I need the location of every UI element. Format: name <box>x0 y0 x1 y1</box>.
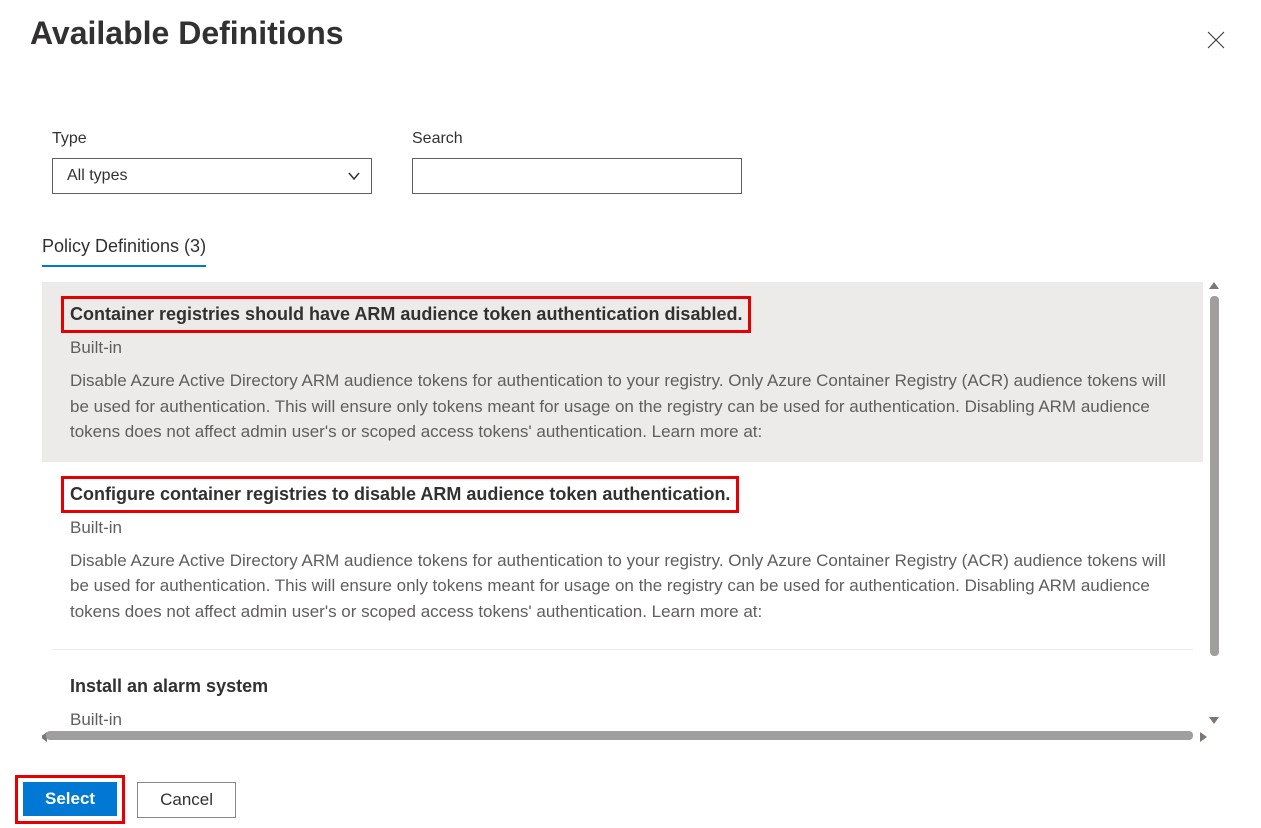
policy-description: Disable Azure Active Directory ARM audie… <box>70 368 1175 445</box>
search-label: Search <box>412 130 742 148</box>
policy-title: Container registries should have ARM aud… <box>61 296 751 333</box>
policy-type: Built-in <box>70 518 1175 538</box>
scroll-up-icon[interactable] <box>1209 282 1219 289</box>
select-highlight: Select <box>15 775 125 824</box>
divider <box>52 649 1193 650</box>
type-label: Type <box>52 130 372 148</box>
policy-list: Container registries should have ARM aud… <box>42 282 1219 742</box>
policy-title: Configure container registries to disabl… <box>61 476 739 513</box>
policy-item[interactable]: Container registries should have ARM aud… <box>42 282 1203 462</box>
cancel-button[interactable]: Cancel <box>137 782 236 818</box>
policy-item[interactable]: Configure container registries to disabl… <box>42 462 1203 642</box>
policy-item[interactable]: Install an alarm system Built-in <box>42 654 1203 735</box>
vertical-scrollbar[interactable] <box>1210 296 1219 656</box>
horizontal-scrollbar[interactable] <box>46 731 1193 740</box>
search-input[interactable] <box>412 158 742 194</box>
type-filter-group: Type All types <box>52 130 372 194</box>
scroll-right-icon[interactable] <box>1200 732 1207 742</box>
policy-description: Disable Azure Active Directory ARM audie… <box>70 548 1175 625</box>
tab-policy-definitions[interactable]: Policy Definitions (3) <box>42 236 206 267</box>
filter-bar: Type All types Search <box>0 60 1261 194</box>
policy-title: Install an alarm system <box>61 668 277 705</box>
scroll-down-icon[interactable] <box>1209 717 1219 724</box>
tab-bar: Policy Definitions (3) <box>0 194 1261 267</box>
footer-actions: Select Cancel <box>15 775 236 824</box>
search-filter-group: Search <box>412 130 742 194</box>
policy-type: Built-in <box>70 338 1175 358</box>
close-icon <box>1207 31 1225 49</box>
type-dropdown[interactable]: All types <box>52 158 372 194</box>
panel-title: Available Definitions <box>30 15 344 52</box>
chevron-down-icon <box>347 169 361 183</box>
policy-type: Built-in <box>70 710 1175 730</box>
panel-header: Available Definitions <box>0 0 1261 60</box>
close-button[interactable] <box>1201 25 1231 60</box>
type-dropdown-value: All types <box>67 167 127 185</box>
select-button[interactable]: Select <box>23 782 117 816</box>
